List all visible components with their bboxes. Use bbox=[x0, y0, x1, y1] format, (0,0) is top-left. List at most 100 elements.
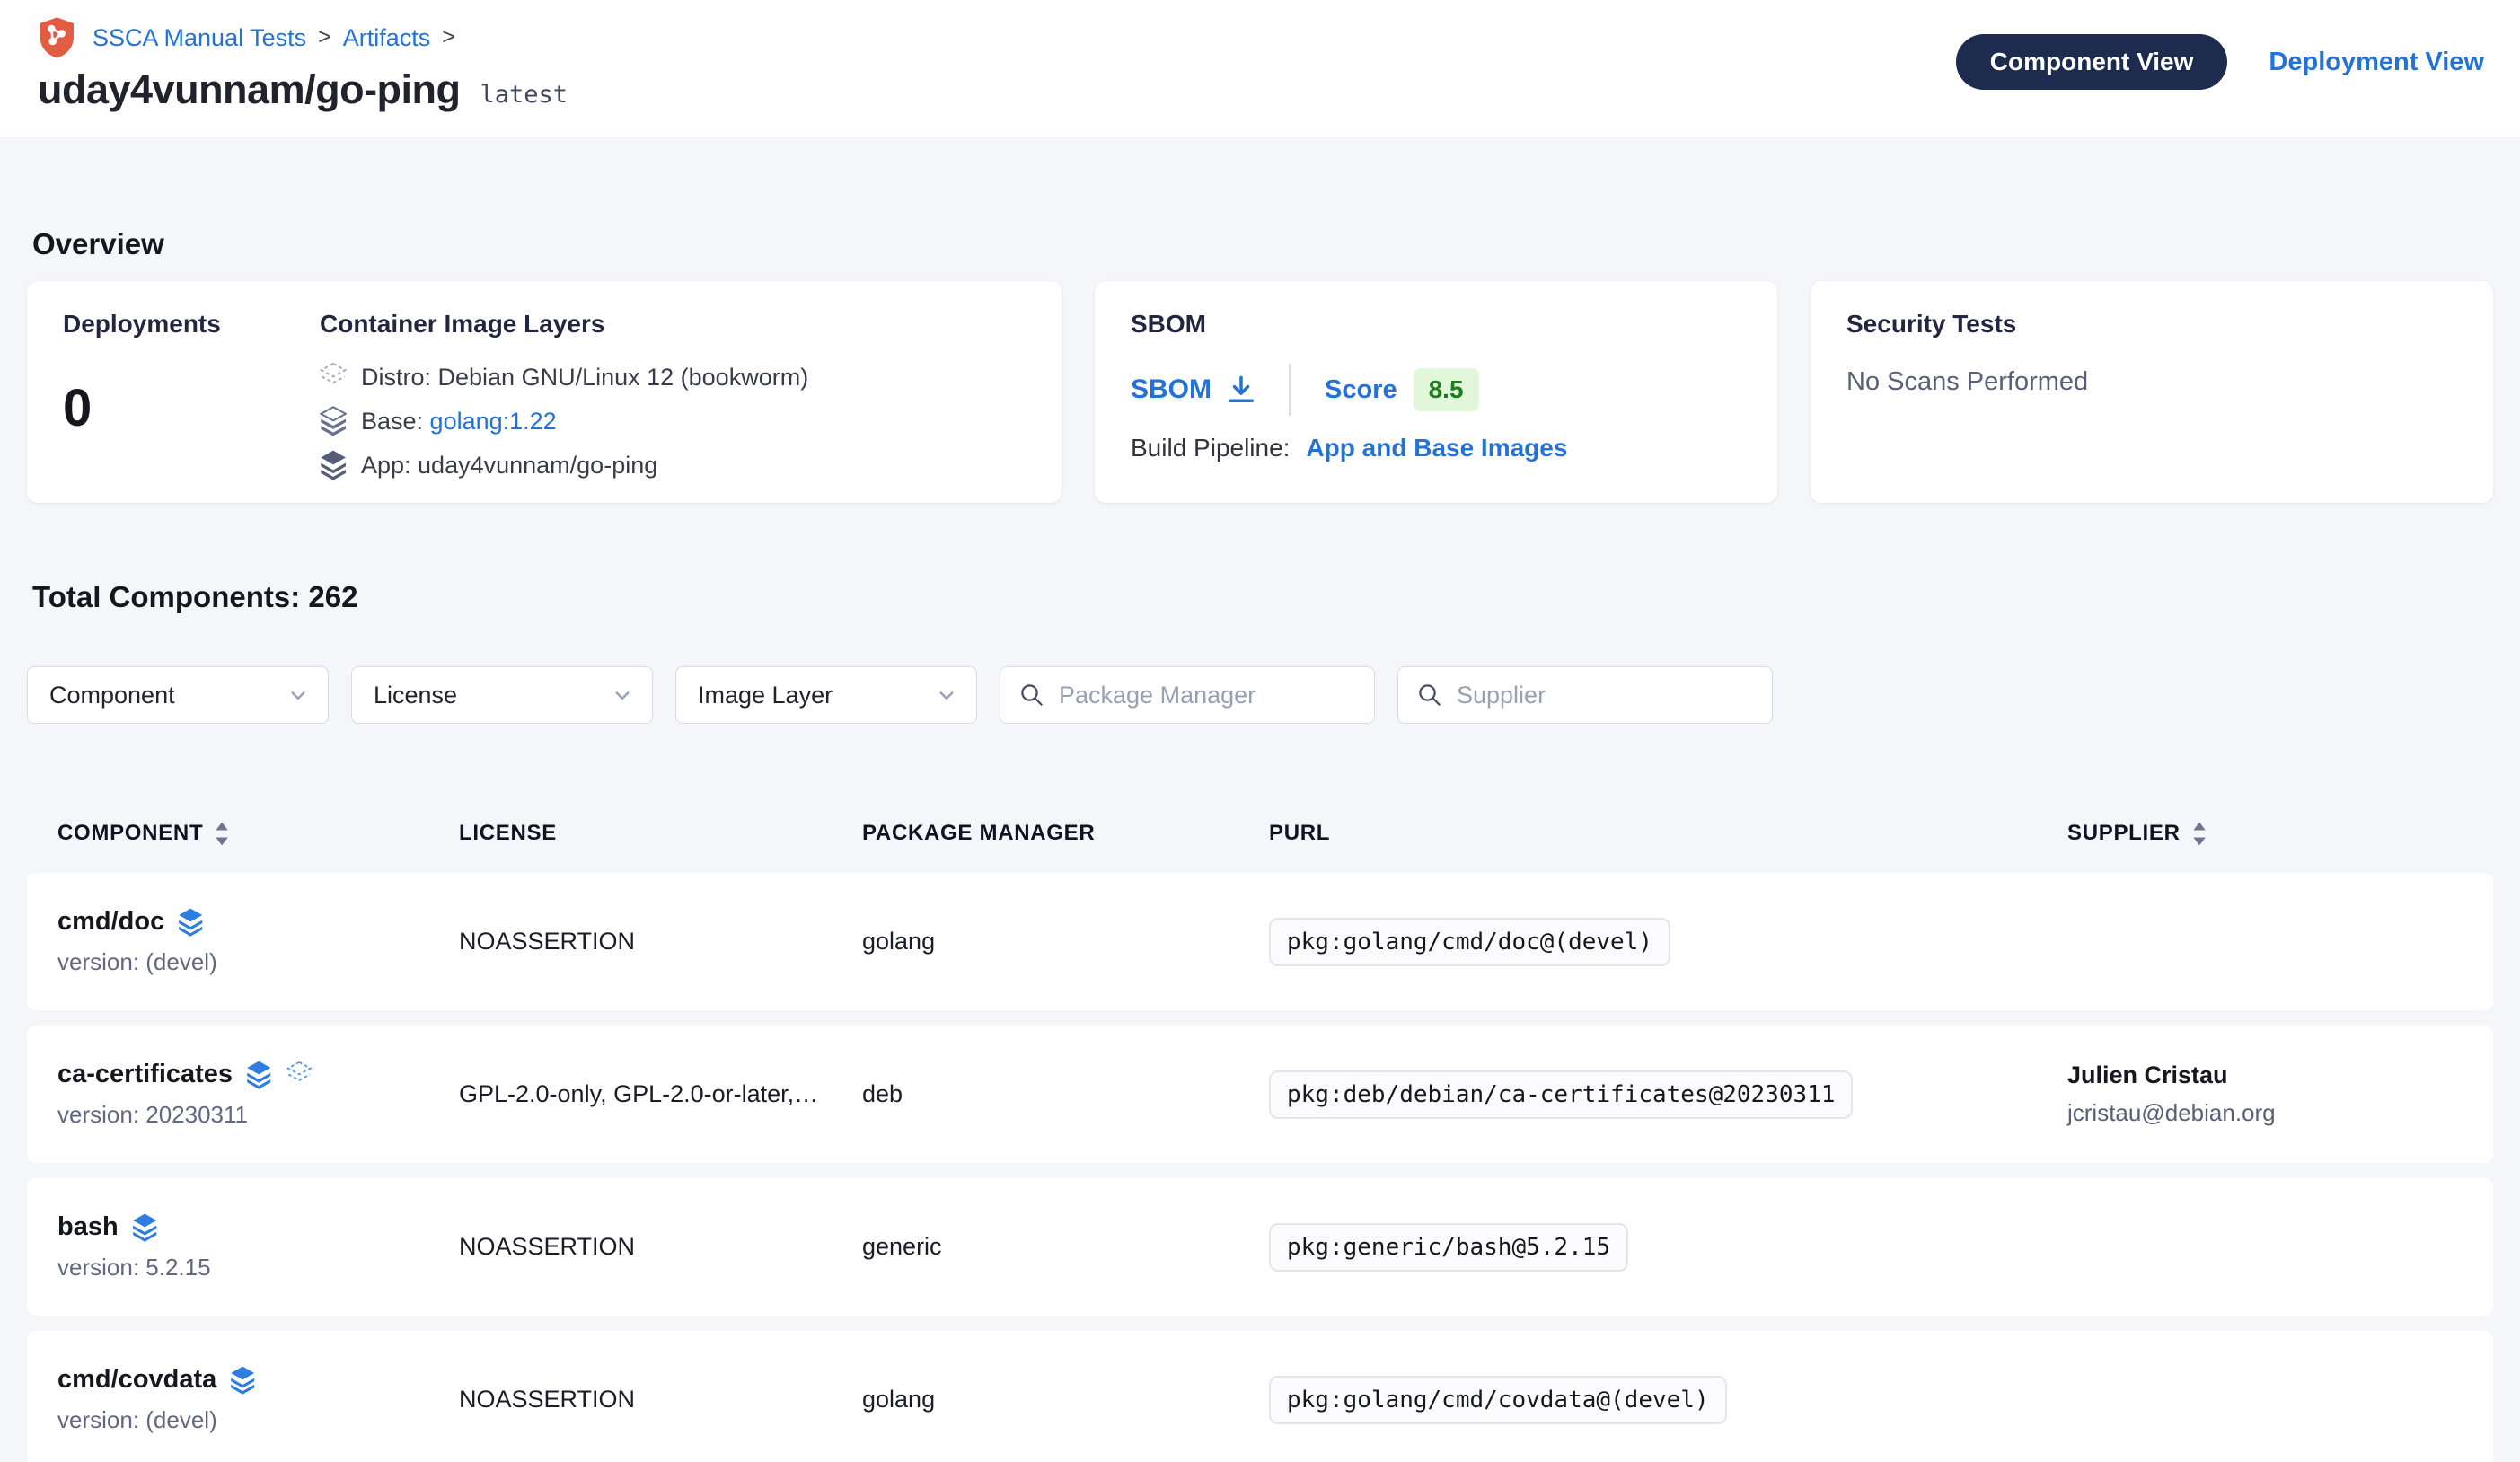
component-cell: ca-certificates version: 20230311 bbox=[57, 1060, 459, 1129]
base-image-link[interactable]: golang:1.22 bbox=[430, 408, 557, 435]
top-bar: SSCA Manual Tests > Artifacts > uday4vun… bbox=[0, 0, 2520, 137]
app-layers-icon bbox=[178, 908, 205, 937]
distro-layer-text: Distro: Debian GNU/Linux 12 (bookworm) bbox=[361, 364, 808, 392]
column-header-license: LICENSE bbox=[459, 821, 862, 846]
sort-icon[interactable] bbox=[2192, 822, 2207, 846]
image-layer-filter-dropdown[interactable]: Image Layer bbox=[675, 666, 977, 724]
deployments-label: Deployments bbox=[63, 310, 320, 339]
purl-badge[interactable]: pkg:golang/cmd/covdata@(devel) bbox=[1269, 1376, 1727, 1424]
supplier-search bbox=[1397, 666, 1773, 724]
build-pipeline-link[interactable]: App and Base Images bbox=[1306, 434, 1567, 462]
package-manager-cell: golang bbox=[862, 1386, 1269, 1414]
distro-dashed-layer-icon bbox=[286, 1061, 313, 1089]
app-layers-icon bbox=[132, 1213, 159, 1242]
title-row: uday4vunnam/go-ping latest bbox=[38, 66, 568, 113]
purl-cell: pkg:golang/cmd/covdata@(devel) bbox=[1269, 1376, 2067, 1424]
deployment-view-button[interactable]: Deployment View bbox=[2269, 48, 2484, 77]
sbom-card: SBOM SBOM Score 8.5 Build Pipeline: App … bbox=[1095, 281, 1777, 503]
sort-icon[interactable] bbox=[215, 822, 230, 846]
purl-badge[interactable]: pkg:golang/cmd/doc@(devel) bbox=[1269, 918, 1670, 966]
app-layer-text: App: uday4vunnam/go-ping bbox=[361, 452, 657, 480]
table-row[interactable]: cmd/doc version: (devel) NOASSERTION gol… bbox=[27, 873, 2493, 1010]
chevron-down-icon bbox=[933, 682, 960, 709]
breadcrumb-separator: > bbox=[442, 24, 455, 52]
purl-badge[interactable]: pkg:generic/bash@5.2.15 bbox=[1269, 1223, 1628, 1272]
base-layer-text: Base: golang:1.22 bbox=[361, 408, 557, 436]
chevron-down-icon bbox=[609, 682, 636, 709]
table-row[interactable]: cmd/covdata version: (devel) NOASSERTION… bbox=[27, 1331, 2493, 1462]
table-row[interactable]: ca-certificates version: 20230311 GPL-2.… bbox=[27, 1026, 2493, 1163]
components-table: COMPONENT LICENSE PACKAGE MANAGER PURL S… bbox=[27, 776, 2493, 1462]
component-view-button[interactable]: Component View bbox=[1956, 34, 2228, 90]
sbom-score-badge: 8.5 bbox=[1414, 368, 1479, 411]
component-name: ca-certificates bbox=[57, 1060, 233, 1089]
breadcrumb-link-artifacts[interactable]: Artifacts bbox=[343, 24, 431, 52]
component-version: version: (devel) bbox=[57, 948, 459, 976]
base-layer-icon bbox=[320, 406, 348, 436]
app-layer-row: App: uday4vunnam/go-ping bbox=[320, 450, 1026, 480]
build-pipeline-row: Build Pipeline: App and Base Images bbox=[1131, 434, 1741, 462]
supplier-email: jcristau@debian.org bbox=[2067, 1099, 2463, 1127]
base-layer-row: Base: golang:1.22 bbox=[320, 406, 1026, 436]
overview-cards: Deployments 0 Container Image Layers Dis… bbox=[27, 281, 2493, 503]
deployments-layers-card: Deployments 0 Container Image Layers Dis… bbox=[27, 281, 1062, 503]
component-name: cmd/covdata bbox=[57, 1365, 216, 1395]
component-name: bash bbox=[57, 1212, 119, 1242]
security-tests-title: Security Tests bbox=[1846, 310, 2457, 339]
overview-heading: Overview bbox=[32, 227, 2493, 261]
container-image-layers-block: Container Image Layers Distro: Debian GN… bbox=[320, 310, 1026, 474]
component-cell: bash version: 5.2.15 bbox=[57, 1212, 459, 1281]
sbom-download-link[interactable]: SBOM bbox=[1131, 373, 1258, 407]
deployments-count: 0 bbox=[63, 378, 320, 438]
component-filter-dropdown[interactable]: Component bbox=[27, 666, 329, 724]
view-toggle: Component View Deployment View bbox=[1956, 34, 2484, 90]
chevron-down-icon bbox=[285, 682, 312, 709]
package-manager-search-input[interactable] bbox=[1059, 682, 1356, 709]
download-icon[interactable] bbox=[1224, 373, 1258, 407]
license-cell: NOASSERTION bbox=[459, 1233, 862, 1261]
security-tests-status: No Scans Performed bbox=[1846, 367, 2457, 397]
breadcrumb: SSCA Manual Tests > Artifacts > bbox=[38, 16, 568, 59]
filters-row: Component License Image Layer bbox=[27, 666, 2493, 724]
breadcrumb-link-project[interactable]: SSCA Manual Tests bbox=[93, 24, 306, 52]
page-title: uday4vunnam/go-ping bbox=[38, 66, 461, 113]
license-filter-dropdown[interactable]: License bbox=[351, 666, 653, 724]
breadcrumb-separator: > bbox=[318, 24, 331, 52]
component-cell: cmd/doc version: (devel) bbox=[57, 907, 459, 976]
component-name: cmd/doc bbox=[57, 907, 164, 937]
distro-layer-row: Distro: Debian GNU/Linux 12 (bookworm) bbox=[320, 362, 1026, 392]
package-manager-cell: golang bbox=[862, 928, 1269, 956]
package-manager-cell: deb bbox=[862, 1080, 1269, 1108]
component-version: version: 5.2.15 bbox=[57, 1254, 459, 1281]
component-version: version: 20230311 bbox=[57, 1101, 459, 1129]
component-cell: cmd/covdata version: (devel) bbox=[57, 1365, 459, 1434]
search-icon bbox=[1416, 682, 1443, 709]
table-row[interactable]: bash version: 5.2.15 NOASSERTION generic… bbox=[27, 1178, 2493, 1316]
sbom-card-title: SBOM bbox=[1131, 310, 1741, 339]
table-header: COMPONENT LICENSE PACKAGE MANAGER PURL S… bbox=[27, 776, 2493, 873]
purl-cell: pkg:deb/debian/ca-certificates@20230311 bbox=[1269, 1070, 2067, 1119]
ssca-shield-network-icon bbox=[38, 16, 77, 59]
search-icon bbox=[1018, 682, 1045, 709]
build-pipeline-label: Build Pipeline: bbox=[1131, 434, 1290, 462]
header-left: SSCA Manual Tests > Artifacts > uday4vun… bbox=[38, 16, 568, 113]
deployments-block: Deployments 0 bbox=[63, 310, 320, 474]
purl-badge[interactable]: pkg:deb/debian/ca-certificates@20230311 bbox=[1269, 1070, 1853, 1119]
package-manager-search bbox=[1000, 666, 1375, 724]
distro-layer-icon bbox=[320, 362, 348, 392]
artifact-tag: latest bbox=[480, 81, 568, 113]
divider bbox=[1289, 364, 1291, 416]
purl-cell: pkg:golang/cmd/doc@(devel) bbox=[1269, 918, 2067, 966]
sbom-score-link[interactable]: Score bbox=[1325, 375, 1397, 405]
license-cell: NOASSERTION bbox=[459, 928, 862, 956]
license-cell: NOASSERTION bbox=[459, 1386, 862, 1414]
app-layers-icon bbox=[230, 1366, 257, 1395]
package-manager-cell: generic bbox=[862, 1233, 1269, 1261]
app-layer-icon bbox=[320, 450, 348, 480]
supplier-search-input[interactable] bbox=[1457, 682, 1754, 709]
sbom-row: SBOM Score 8.5 bbox=[1131, 364, 1741, 416]
column-header-component[interactable]: COMPONENT bbox=[57, 821, 459, 846]
column-header-purl: PURL bbox=[1269, 821, 2067, 846]
column-header-supplier[interactable]: SUPPLIER bbox=[2067, 821, 2463, 846]
container-image-layers-label: Container Image Layers bbox=[320, 310, 1026, 339]
